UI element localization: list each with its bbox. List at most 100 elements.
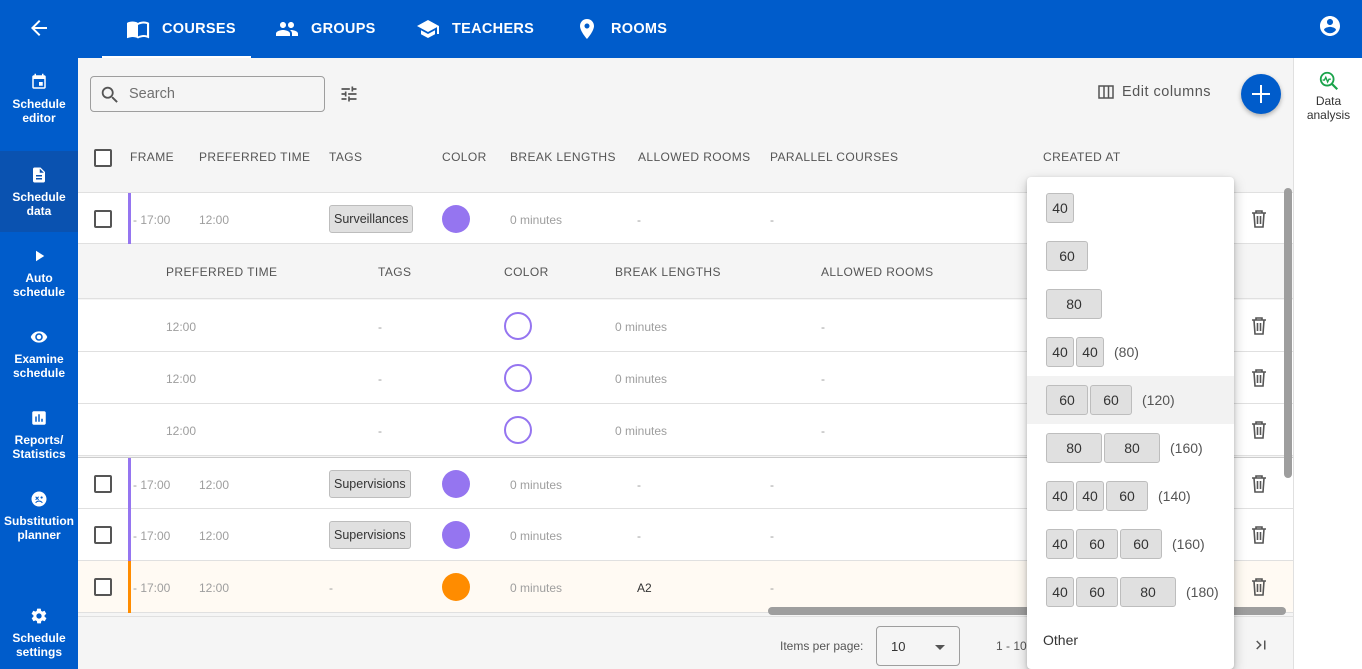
- sidebar-item-examine-schedule[interactable]: Examine schedule: [0, 313, 78, 394]
- header-break-lengths[interactable]: BREAK LENGTHS: [510, 150, 616, 164]
- tab-rooms[interactable]: ROOMS: [575, 0, 667, 58]
- color-indicator-bar: [128, 193, 131, 245]
- sidebar-item-reports-statistics[interactable]: Reports/ Statistics: [0, 394, 78, 475]
- color-swatch[interactable]: [442, 521, 470, 549]
- row-checkbox[interactable]: [94, 475, 112, 493]
- break-option[interactable]: 80: [1027, 280, 1234, 328]
- header-allowed-rooms[interactable]: ALLOWED ROOMS: [638, 150, 751, 164]
- header-created-at[interactable]: CREATED AT: [1043, 150, 1121, 164]
- last-page-icon[interactable]: [1252, 636, 1270, 654]
- filter-tune-icon[interactable]: [338, 84, 360, 104]
- cell-preferred-time: 12:00: [199, 581, 230, 595]
- tab-groups[interactable]: GROUPS: [275, 0, 376, 58]
- delete-icon[interactable]: [1251, 475, 1267, 493]
- cell-allowed-rooms: A2: [637, 581, 652, 595]
- cell-tags: -: [378, 372, 382, 386]
- header-frame[interactable]: FRAME: [130, 150, 174, 164]
- header-parallel-courses[interactable]: PARALLEL COURSES: [770, 150, 898, 164]
- add-course-button[interactable]: [1241, 74, 1281, 114]
- cell-allowed-rooms: -: [821, 424, 825, 438]
- sidebar-item-schedule-settings[interactable]: Schedule settings: [0, 592, 78, 669]
- delete-icon[interactable]: [1251, 369, 1267, 387]
- sidebar-item-label: Schedule data: [12, 189, 66, 218]
- color-swatch[interactable]: [442, 573, 470, 601]
- vertical-scrollbar[interactable]: [1284, 188, 1292, 478]
- sidebar-item-schedule-editor[interactable]: Schedule editor: [0, 58, 78, 139]
- search-field[interactable]: [90, 76, 325, 112]
- color-indicator-bar: [128, 561, 131, 613]
- break-chip: 40: [1076, 481, 1104, 511]
- delete-icon[interactable]: [1251, 526, 1267, 544]
- tab-courses[interactable]: COURSES: [126, 0, 236, 58]
- school-icon: [417, 20, 439, 38]
- delete-icon[interactable]: [1251, 317, 1267, 335]
- break-total: (180): [1186, 584, 1219, 600]
- top-app-bar: COURSES GROUPS TEACHERS ROOMS: [0, 0, 1362, 58]
- break-chip: 60: [1046, 241, 1088, 271]
- sidebar-item-schedule-data[interactable]: Schedule data: [0, 151, 78, 232]
- header-preferred-time[interactable]: PREFERRED TIME: [199, 150, 310, 164]
- edit-columns-button[interactable]: Edit columns: [1098, 84, 1211, 100]
- search-input[interactable]: [129, 77, 319, 111]
- cell-break-lengths: 0 minutes: [510, 581, 563, 595]
- break-option[interactable]: 60: [1027, 232, 1234, 280]
- delete-icon[interactable]: [1251, 421, 1267, 439]
- break-option[interactable]: 80 80 (160): [1027, 424, 1234, 472]
- row-checkbox[interactable]: [94, 526, 112, 544]
- row-checkbox[interactable]: [94, 578, 112, 596]
- items-per-page-select[interactable]: 10: [876, 626, 960, 666]
- sidebar-item-substitution-planner[interactable]: Substitution planner: [0, 475, 78, 556]
- break-chip: 80: [1046, 433, 1102, 463]
- cell-preferred-time: 12:00: [199, 213, 230, 227]
- color-swatch[interactable]: [442, 205, 470, 233]
- items-per-page-label: Items per page:: [780, 639, 864, 653]
- break-option[interactable]: 40 40 60 (140): [1027, 472, 1234, 520]
- select-all-checkbox[interactable]: [94, 149, 112, 167]
- book-open-icon: [127, 21, 150, 39]
- cell-frame: - 17:00: [133, 529, 171, 543]
- cell-break-lengths: 0 minutes: [510, 478, 563, 492]
- delete-icon[interactable]: [1251, 210, 1267, 228]
- back-arrow-icon[interactable]: [27, 16, 51, 40]
- cell-preferred-time: 12:00: [199, 478, 230, 492]
- tab-teachers[interactable]: TEACHERS: [416, 0, 534, 58]
- sidebar-item-auto-schedule[interactable]: Auto schedule: [0, 232, 78, 313]
- break-chip: 40: [1046, 337, 1074, 367]
- break-option[interactable]: 40 60 60 (160): [1027, 520, 1234, 568]
- delete-icon[interactable]: [1251, 578, 1267, 596]
- color-swatch-empty[interactable]: [504, 364, 532, 392]
- break-option-other[interactable]: Other: [1043, 632, 1078, 648]
- cell-tags: -: [329, 581, 333, 595]
- color-swatch-empty[interactable]: [504, 416, 532, 444]
- cell-break-lengths: 0 minutes: [615, 372, 668, 386]
- break-chip: 60: [1076, 577, 1118, 607]
- data-analysis-button[interactable]: Data analysis: [1294, 70, 1362, 122]
- color-swatch[interactable]: [442, 470, 470, 498]
- header-tags[interactable]: TAGS: [329, 150, 362, 164]
- gear-icon: [31, 608, 47, 623]
- account-circle-icon[interactable]: [1318, 14, 1342, 38]
- break-option[interactable]: 40: [1027, 184, 1234, 232]
- break-option[interactable]: 40 40 (80): [1027, 328, 1234, 376]
- cell-frame: - 17:00: [133, 478, 171, 492]
- right-sidebar: Data analysis: [1293, 58, 1362, 669]
- color-indicator-bar: [128, 509, 131, 561]
- cell-break-lengths: 0 minutes: [510, 529, 563, 543]
- color-swatch-empty[interactable]: [504, 312, 532, 340]
- break-chip: 40: [1046, 529, 1074, 559]
- break-option[interactable]: 40 60 80 (180): [1027, 568, 1234, 616]
- cell-allowed-rooms: -: [821, 372, 825, 386]
- row-checkbox[interactable]: [94, 210, 112, 228]
- cell-allowed-rooms: -: [637, 478, 641, 492]
- color-indicator-bar: [128, 458, 131, 510]
- play-icon: [36, 250, 45, 261]
- header-color[interactable]: COLOR: [442, 150, 487, 164]
- cell-parallel-courses: -: [770, 213, 774, 227]
- sidebar: Schedule editor Schedule data Auto sched…: [0, 58, 78, 669]
- sidebar-item-label: Auto schedule: [12, 270, 66, 299]
- break-option[interactable]: 60 60 (120): [1027, 376, 1234, 424]
- break-total: (80): [1114, 344, 1139, 360]
- document-icon: [33, 167, 45, 182]
- break-chip: 80: [1104, 433, 1160, 463]
- calendar-icon: [32, 73, 46, 89]
